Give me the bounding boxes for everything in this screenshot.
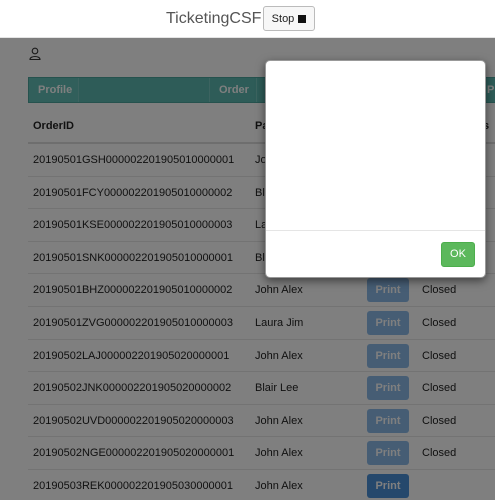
top-bar: TicketingCSF Stop	[0, 0, 495, 38]
modal-body	[266, 61, 485, 231]
modal-footer: OK	[266, 231, 485, 279]
modal-dialog: OK	[265, 60, 486, 278]
app-title: TicketingCSF	[166, 10, 262, 27]
ok-button[interactable]: OK	[441, 242, 475, 267]
stop-button[interactable]: Stop	[263, 6, 315, 31]
stop-label: Stop	[271, 12, 295, 25]
stop-square-icon	[298, 14, 307, 23]
